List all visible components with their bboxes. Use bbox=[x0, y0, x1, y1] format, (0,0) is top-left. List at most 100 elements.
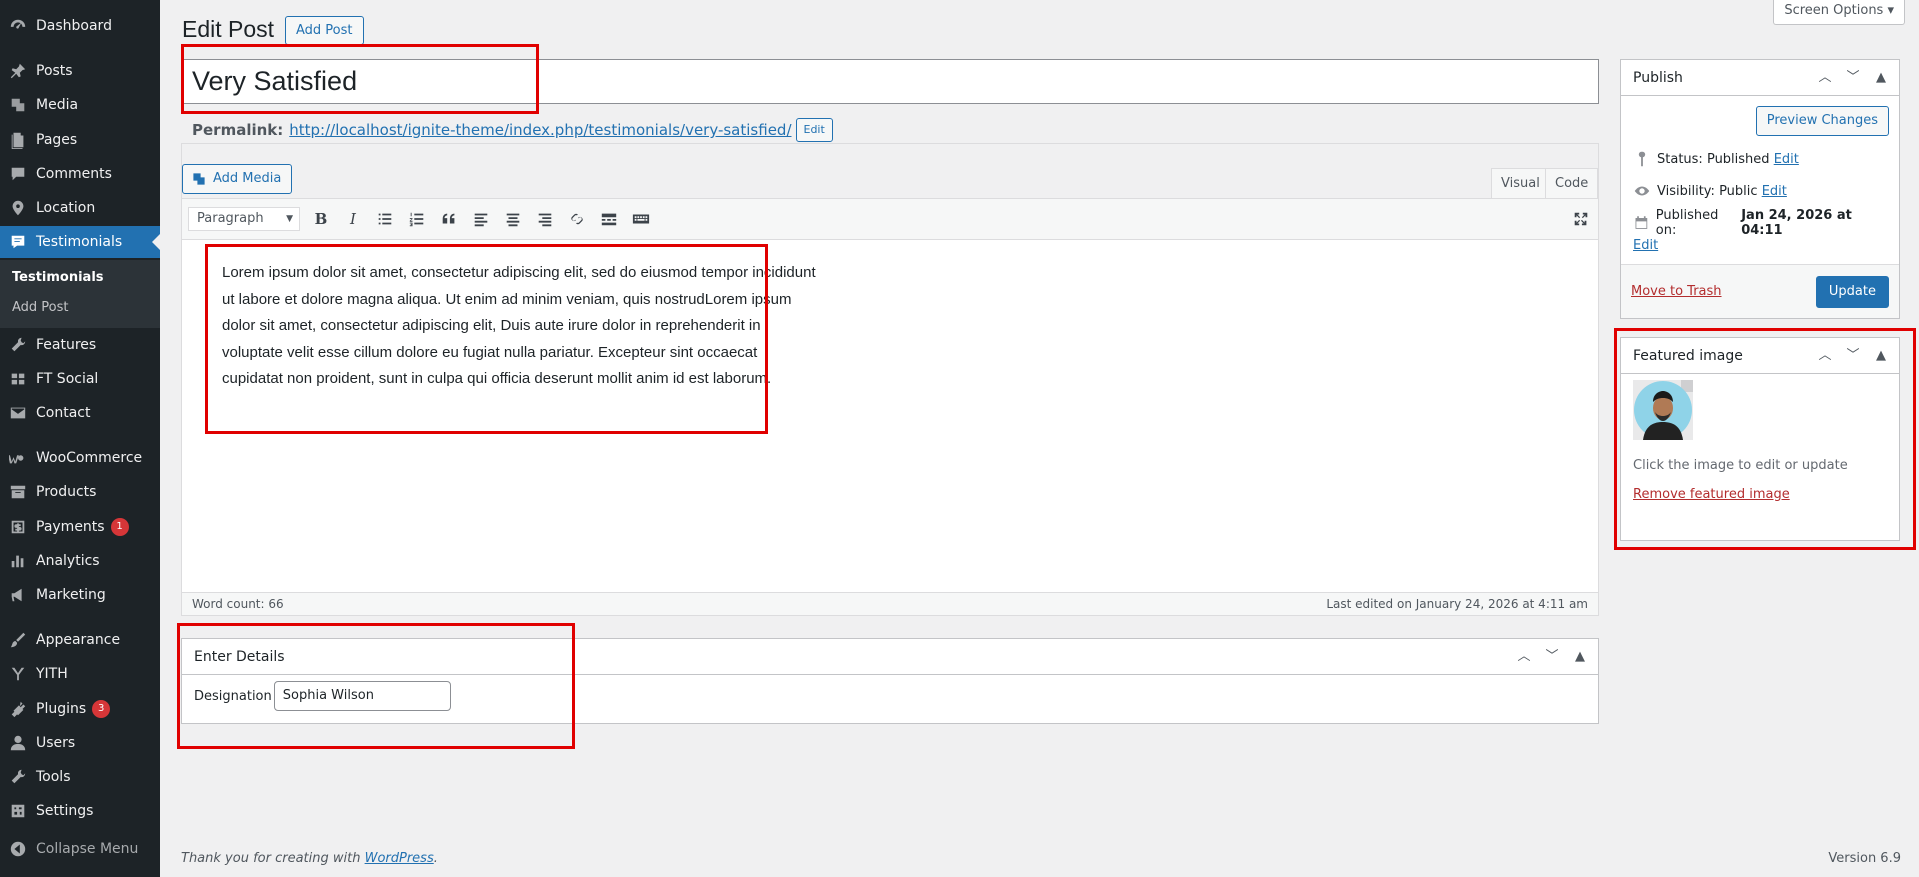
sidebar-item-yith[interactable]: YITH bbox=[0, 658, 160, 690]
sidebar-item-products[interactable]: Products bbox=[0, 476, 160, 508]
sidebar-item-payments[interactable]: Payments 1 bbox=[0, 511, 160, 543]
bullet-list-button[interactable] bbox=[374, 208, 396, 230]
plugin-icon bbox=[0, 700, 36, 718]
sidebar-item-label: Plugins bbox=[36, 701, 87, 717]
wordpress-link[interactable]: WordPress bbox=[365, 851, 434, 866]
published-on-row: Published on: Jan 24, 2026 at 04:11 bbox=[1621, 208, 1899, 238]
sidebar-item-testimonials[interactable]: Testimonials bbox=[0, 226, 160, 258]
move-up-icon[interactable]: ︿ bbox=[1815, 60, 1835, 96]
pin-icon bbox=[0, 62, 36, 80]
admin-sidebar: Dashboard Posts Media Pages Comments Loc… bbox=[0, 0, 160, 877]
sidebar-item-users[interactable]: Users bbox=[0, 727, 160, 759]
move-up-icon[interactable]: ︿ bbox=[1815, 338, 1835, 374]
link-icon bbox=[571, 213, 583, 225]
paragraph-format-select[interactable]: Paragraph ▼ bbox=[188, 207, 300, 231]
add-media-label: Add Media bbox=[213, 171, 282, 186]
collapse-toggle-icon[interactable]: ▲ bbox=[1871, 60, 1891, 96]
sidebar-item-marketing[interactable]: Marketing bbox=[0, 579, 160, 611]
sidebar-item-analytics[interactable]: Analytics bbox=[0, 545, 160, 577]
toolbar-toggle-button[interactable] bbox=[630, 208, 652, 230]
numbered-list-icon bbox=[409, 212, 424, 227]
bar-chart-icon bbox=[0, 552, 36, 570]
align-center-icon bbox=[506, 213, 520, 227]
plugins-count-badge: 3 bbox=[92, 700, 111, 718]
move-down-icon[interactable]: ﹀ bbox=[1542, 639, 1562, 675]
blockquote-button[interactable] bbox=[438, 208, 460, 230]
tab-code[interactable]: Code bbox=[1545, 168, 1599, 199]
read-more-button[interactable] bbox=[598, 208, 620, 230]
sidebar-item-settings[interactable]: Settings bbox=[0, 795, 160, 827]
sidebar-item-location[interactable]: Location bbox=[0, 192, 160, 224]
post-content-text[interactable]: Lorem ipsum dolor sit amet, consectetur … bbox=[222, 260, 822, 393]
align-center-button[interactable] bbox=[502, 208, 524, 230]
woo-icon bbox=[0, 449, 36, 467]
status-label: Status: bbox=[1657, 151, 1703, 167]
more-tag-icon bbox=[601, 213, 617, 226]
preview-changes-button[interactable]: Preview Changes bbox=[1755, 106, 1889, 136]
visibility-edit-link[interactable]: Edit bbox=[1762, 184, 1787, 199]
published-edit-link[interactable]: Edit bbox=[1633, 238, 1658, 253]
sidebar-item-comments[interactable]: Comments bbox=[0, 158, 160, 190]
align-left-button[interactable] bbox=[470, 208, 492, 230]
publish-title: Publish bbox=[1633, 70, 1683, 86]
payments-count-badge: 1 bbox=[110, 518, 129, 536]
italic-button[interactable]: I bbox=[342, 208, 364, 230]
media-icon bbox=[193, 173, 205, 185]
fullscreen-icon bbox=[1574, 212, 1588, 226]
move-to-trash-link[interactable]: Move to Trash bbox=[1631, 284, 1722, 299]
sidebar-item-dashboard[interactable]: Dashboard bbox=[0, 10, 160, 42]
collapse-menu-button[interactable]: Collapse Menu bbox=[0, 833, 160, 865]
editor-tools: Add Media Visual Code bbox=[182, 144, 1599, 199]
permalink-edit-button[interactable]: Edit bbox=[795, 118, 833, 142]
insert-link-button[interactable] bbox=[566, 208, 588, 230]
testimonials-submenu: Testimonials Add Post bbox=[0, 260, 160, 328]
designation-row: Designation Sophia Wilson bbox=[182, 675, 1598, 717]
screen-options-toggle[interactable]: Screen Options ▾ bbox=[1773, 0, 1905, 25]
move-down-icon[interactable]: ﹀ bbox=[1843, 60, 1863, 96]
move-down-icon[interactable]: ﹀ bbox=[1843, 338, 1863, 374]
fullscreen-button[interactable] bbox=[1570, 208, 1592, 230]
sidebar-item-label: Settings bbox=[36, 803, 94, 819]
tab-visual[interactable]: Visual bbox=[1491, 168, 1550, 199]
collapse-toggle-icon[interactable]: ▲ bbox=[1570, 639, 1590, 675]
sidebar-item-posts[interactable]: Posts bbox=[0, 55, 160, 87]
designation-input[interactable]: Sophia Wilson bbox=[273, 681, 451, 711]
permalink-link[interactable]: http://localhost/ignite-theme/index.php/… bbox=[289, 121, 791, 139]
dashboard-icon bbox=[0, 17, 36, 35]
update-button[interactable]: Update bbox=[1815, 275, 1889, 308]
avatar bbox=[1633, 380, 1693, 440]
sidebar-item-tools[interactable]: Tools bbox=[0, 761, 160, 793]
page-title: Edit Post bbox=[182, 16, 275, 42]
sidebar-item-media[interactable]: Media bbox=[0, 89, 160, 121]
sidebar-item-ft-social[interactable]: FT Social bbox=[0, 363, 160, 395]
published-value: Jan 24, 2026 at 04:11 bbox=[1741, 208, 1852, 238]
remove-featured-image-link[interactable]: Remove featured image bbox=[1633, 487, 1790, 502]
sidebar-item-label: FT Social bbox=[36, 371, 99, 387]
sidebar-item-appearance[interactable]: Appearance bbox=[0, 624, 160, 656]
numbered-list-button[interactable] bbox=[406, 208, 428, 230]
add-media-button[interactable]: Add Media bbox=[182, 164, 293, 194]
featured-image-hint: Click the image to edit or update bbox=[1633, 458, 1848, 473]
bullet-list-icon bbox=[378, 213, 392, 225]
sidebar-item-contact[interactable]: Contact bbox=[0, 397, 160, 429]
featured-image-thumb[interactable] bbox=[1621, 374, 1899, 450]
sidebar-item-plugins[interactable]: Plugins 3 bbox=[0, 693, 160, 725]
enter-details-metabox: Enter Details ︿ ﹀ ▲ Designation Sophia W… bbox=[181, 638, 1599, 724]
post-title-input[interactable]: Very Satisfied bbox=[181, 59, 1599, 104]
sidebar-item-woocommerce[interactable]: WooCommerce bbox=[0, 442, 160, 474]
metabox-handles: ︿ ﹀ ▲ bbox=[1815, 60, 1891, 96]
sidebar-item-features[interactable]: Features bbox=[0, 329, 160, 361]
align-right-button[interactable] bbox=[534, 208, 556, 230]
status-edit-link[interactable]: Edit bbox=[1774, 152, 1799, 167]
submenu-item-testimonials[interactable]: Testimonials bbox=[12, 270, 104, 285]
yith-icon bbox=[0, 665, 36, 683]
add-post-button[interactable]: Add Post bbox=[285, 16, 364, 45]
media-icon bbox=[0, 96, 36, 114]
version-text: Version 6.9 bbox=[1828, 851, 1901, 866]
move-up-icon[interactable]: ︿ bbox=[1514, 639, 1534, 675]
bold-button[interactable]: B bbox=[310, 208, 332, 230]
sidebar-item-pages[interactable]: Pages bbox=[0, 124, 160, 156]
submenu-item-add-post[interactable]: Add Post bbox=[12, 300, 69, 315]
visibility-value: Public bbox=[1719, 183, 1758, 199]
collapse-toggle-icon[interactable]: ▲ bbox=[1871, 338, 1891, 374]
